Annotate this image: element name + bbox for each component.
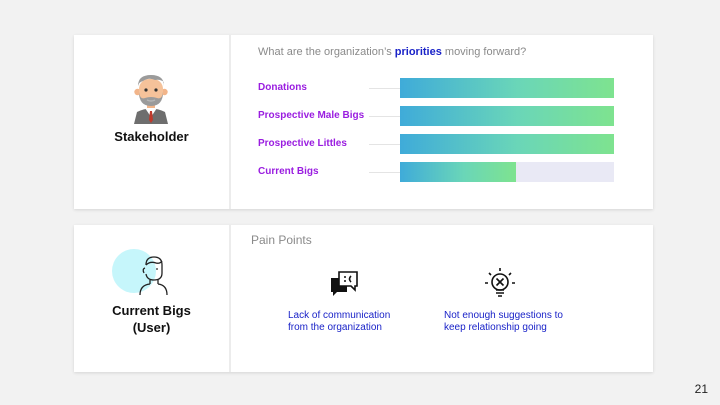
user-name-line2: (User) (132, 320, 171, 335)
pain-points-title: Pain Points (251, 233, 312, 247)
pain-point-text: Lack of communication from the organizat… (288, 310, 438, 334)
priority-label: Prospective Littles (258, 138, 347, 149)
priority-row: Prospective Male Bigs (258, 106, 614, 126)
pain-point-line1: Not enough suggestions to (444, 310, 563, 321)
page-number: 21 (694, 382, 708, 396)
priority-bar-track (400, 106, 614, 126)
priority-bar-track (400, 134, 614, 154)
priority-bar-fill (400, 134, 614, 154)
card-divider (229, 35, 231, 209)
priority-label: Donations (258, 82, 307, 93)
pain-point-text: Not enough suggestions to keep relations… (444, 310, 594, 334)
priority-row: Donations (258, 78, 614, 98)
priority-label: Current Bigs (258, 166, 319, 177)
question-highlight: priorities (394, 46, 442, 58)
priority-bar-fill (400, 78, 614, 98)
priority-row: Current Bigs (258, 162, 614, 182)
card-divider (229, 225, 231, 372)
user-avatar-icon (112, 249, 168, 296)
lightbulb-x-icon (485, 268, 515, 297)
priority-bar-track (400, 78, 614, 98)
user-card: Current Bigs (User) Pain Points Lack of … (74, 225, 653, 372)
priority-label: Prospective Male Bigs (258, 110, 365, 121)
priority-bar-track (400, 162, 614, 182)
stakeholder-card: Stakeholder What are the organization’s … (74, 35, 653, 209)
pain-point-line2: from the organization (288, 322, 382, 333)
stakeholder-name: Stakeholder (114, 129, 189, 144)
chat-frown-icon (331, 271, 358, 296)
user-name-line1: Current Bigs (112, 303, 191, 318)
question-prefix: What are the organization’s (258, 46, 395, 58)
priority-row: Prospective Littles (258, 134, 614, 154)
priority-bar-fill (400, 106, 614, 126)
priority-bar-fill (400, 162, 516, 182)
priorities-question: What are the organization’s priorities m… (258, 46, 526, 58)
pain-point-line1: Lack of communication (288, 310, 391, 321)
pain-point-line2: keep relationship going (444, 322, 547, 333)
question-suffix: moving forward? (441, 46, 527, 58)
stakeholder-avatar-icon (134, 75, 168, 124)
